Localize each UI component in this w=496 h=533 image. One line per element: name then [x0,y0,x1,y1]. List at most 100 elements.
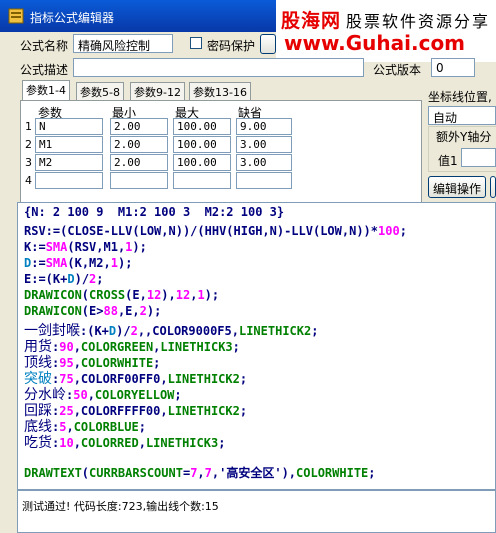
code-token: RSV:=(CLOSE-LLV(LOW,N))/(HHV(HIGH,N)-LLV… [24,224,379,238]
code-token: 12 [146,288,162,302]
code-token: (RSV,M1, [67,240,126,254]
edit-operations-button[interactable]: 编辑操作 [428,176,486,198]
code-token: ); [132,240,147,254]
code-token: ; [368,466,376,480]
param-max-input[interactable]: 100.00 [173,136,231,153]
param-name-input[interactable]: N [35,118,103,135]
code-token: SMA [45,240,68,254]
partial-button[interactable] [260,34,276,54]
password-checkbox[interactable] [190,37,202,49]
code-token: 1 [197,288,205,302]
formula-version-input[interactable]: 0 [431,58,475,77]
code-token: LINETHICK2 [238,324,312,338]
code-token: 100 [378,224,400,238]
status-panel: 测试通过! 代码长度:723,输出线个数:15 [17,490,496,533]
code-token: ; [399,224,407,238]
param-def-input[interactable]: 3.00 [236,136,292,153]
axis-position-label: 坐标线位置, [428,90,492,104]
code-line: DRAWICON(CROSS(E,12),12,1); [24,288,219,302]
code-token: (E> [81,304,104,318]
brand-name: 股海网 [281,10,342,32]
code-token: ; [96,272,104,286]
code-token: 2 [139,304,147,318]
param-max-input[interactable]: 100.00 [173,118,231,135]
code-token: LINETHICK2 [167,404,240,418]
code-token: ); [117,256,133,270]
status-message: 测试通过! 代码长度:723,输出线个数:15 [22,500,219,513]
code-token: 1 [110,256,118,270]
code-token: ,E, [117,304,140,318]
param-name-input[interactable]: M1 [35,136,103,153]
param-min-input[interactable]: 2.00 [110,118,168,135]
code-token: ; [218,436,226,450]
code-token: (K,M2, [67,256,111,270]
tab-params-13-16[interactable]: 参数13-16 [189,82,251,100]
param-row-number: 4 [25,174,32,187]
code-editor[interactable]: {N: 2 100 9 M1:2 100 3 M2:2 100 3} RSV:=… [17,202,496,490]
code-token: ( [81,288,90,302]
code-token: )/ [74,272,90,286]
code-token: ( [81,466,90,480]
code-token: 7 [204,466,212,480]
param-row-number: 2 [25,138,32,151]
code-token: LINETHICK3 [145,436,219,450]
code-line: DRAWICON(E>88,E,2); [24,304,161,318]
code-token: ; [311,324,319,338]
param-def-input[interactable]: 9.00 [236,118,292,135]
code-token: DRAWICON [24,304,82,318]
code-line: K:=SMA(RSV,M1,1); [24,240,147,254]
param-def-input[interactable]: 3.00 [236,154,292,171]
code-token: , [197,466,205,480]
param-max-input[interactable]: 100.00 [173,154,231,171]
code-token: ; [239,372,248,386]
param-min-input[interactable]: 2.00 [110,154,168,171]
code-token: 88 [103,304,118,318]
code-token: ), [161,288,176,302]
value1-input[interactable] [461,148,496,167]
axis-position-select[interactable]: 自动 [428,106,496,125]
code-token: 吃货 [24,435,52,451]
tab-params-9-12[interactable]: 参数9-12 [130,82,185,100]
code-token: , [73,436,81,450]
tab-params-1-4[interactable]: 参数1-4 [22,80,70,101]
code-token: 10 [59,436,74,450]
param-name-input[interactable] [35,172,103,189]
param-min-input[interactable]: 2.00 [110,136,168,153]
param-max-input[interactable] [173,172,231,189]
formula-version-label: 公式版本 [373,63,422,77]
code-token: ); [146,304,162,318]
password-label: 密码保护 [207,39,256,53]
code-line: DRAWTEXT(CURRBARSCOUNT=7,7,'高安全区'),COLOR… [24,464,376,481]
formula-name-input[interactable]: 精确风险控制 [73,34,173,53]
formula-desc-input[interactable] [73,58,364,77]
brand-url: www.Guhai.com [284,31,466,55]
tab-params-5-8[interactable]: 参数5-8 [76,82,124,100]
brand-slogan: 股票软件资源分享 [346,12,491,31]
code-token: := [31,256,46,270]
param-min-input[interactable] [110,172,168,189]
formula-desc-label: 公式描述 [20,63,69,77]
formula-name-label: 公式名称 [20,39,69,53]
code-token: DRAWICON [24,288,82,302]
app-icon [8,8,24,24]
code-token: LINETHICK3 [160,340,233,354]
code-token: ; [239,404,248,418]
code-token: ; [232,340,240,354]
code-token: , [138,436,146,450]
param-def-input[interactable] [236,172,292,189]
code-token: SMA [45,256,68,270]
partial-right-button[interactable] [490,176,496,198]
code-token: (E, [125,288,147,302]
param-row-number: 3 [25,156,32,169]
code-header-line: {N: 2 100 9 M1:2 100 3 M2:2 100 3} [24,205,285,219]
code-token: D [67,272,75,286]
code-line: E:=(K+D)/2; [24,272,104,286]
code-line: 吃货:10,COLORRED,LINETHICK3; [24,432,225,452]
extra-axis-label: 额外Y轴分 [436,128,492,145]
param-name-input[interactable]: M2 [35,154,103,171]
value1-label: 值1 [438,154,458,168]
param-row-number: 1 [25,120,32,133]
code-token: CURRBARSCOUNT [89,466,183,480]
code-token: K:= [24,240,46,254]
code-token: ,'高安全区'), [211,466,297,480]
